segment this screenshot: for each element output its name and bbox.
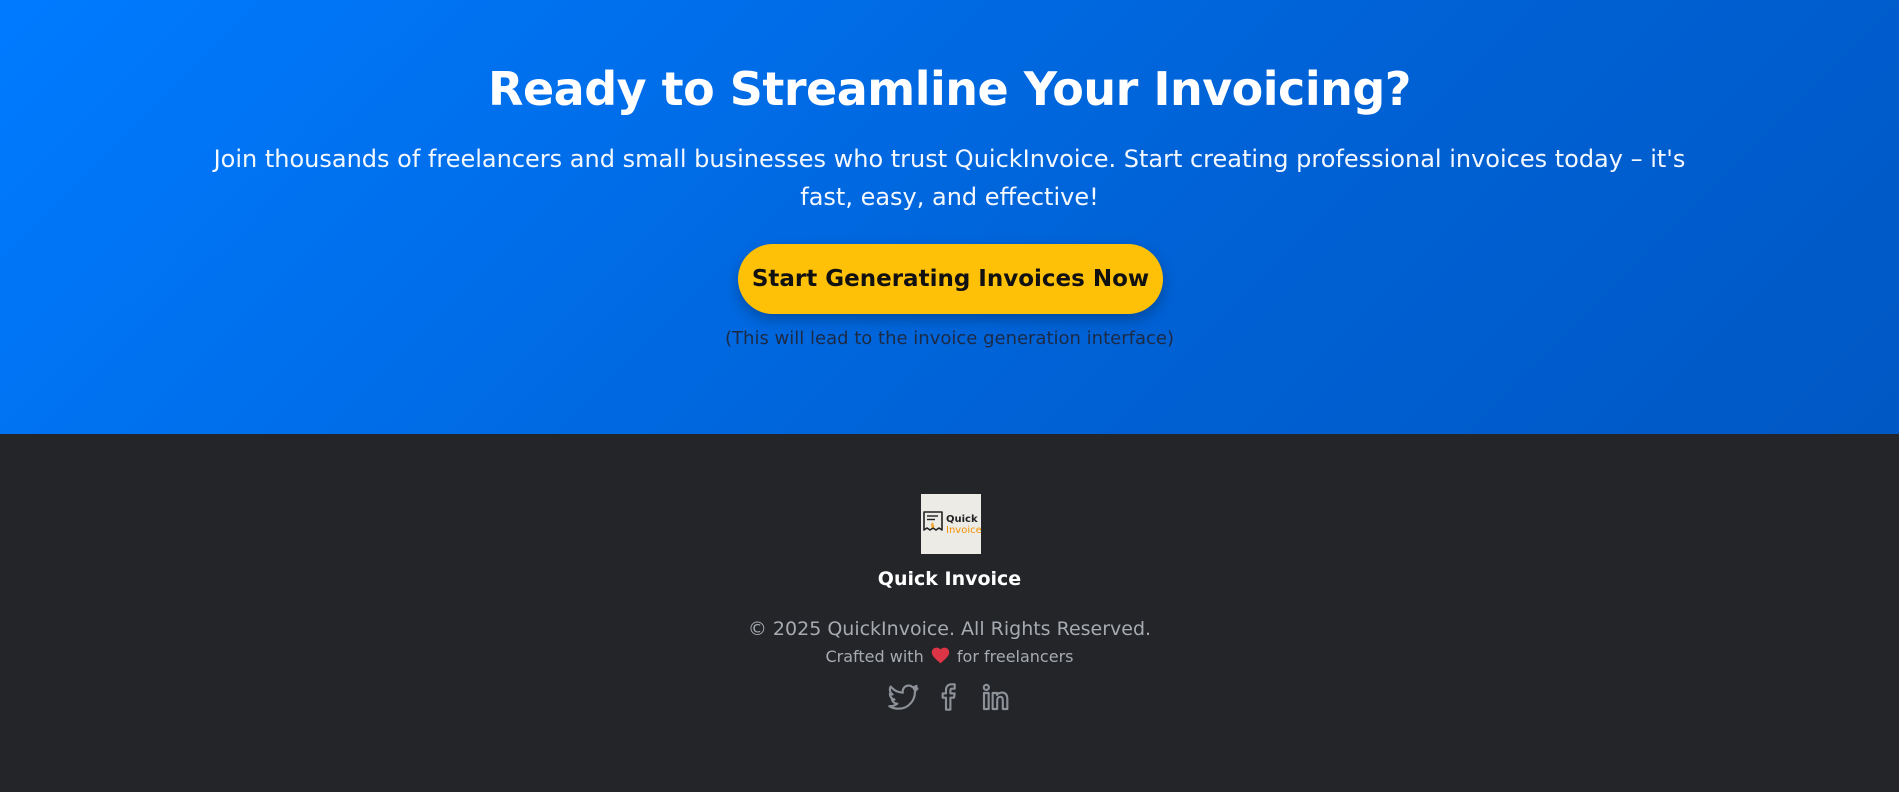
cta-section: Ready to Streamline Your Invoicing? Join… [0,0,1899,434]
linkedin-icon[interactable] [980,681,1012,713]
logo-text-quick: Quick [946,514,978,525]
heart-icon [931,647,950,670]
cta-title: Ready to Streamline Your Invoicing? [488,62,1411,116]
brand-name: Quick Invoice [877,568,1022,590]
copyright: © 2025 QuickInvoice. All Rights Reserved… [747,618,1152,640]
invoice-receipt-icon: $ [923,511,943,531]
footer: $ Quick Invoice Quick Invoice © 2025 Qui… [0,434,1899,792]
twitter-icon[interactable] [887,681,920,713]
facebook-icon[interactable] [934,681,966,713]
social-links [0,681,1899,713]
start-generating-button[interactable]: Start Generating Invoices Now [738,244,1163,314]
crafted-line: Crafted with for freelancers [0,646,1899,670]
svg-text:$: $ [931,523,935,530]
cta-description: Join thousands of freelancers and small … [213,145,1686,211]
cta-note: (This will lead to the invoice generatio… [725,328,1174,349]
logo: $ Quick Invoice [921,494,981,554]
crafted-suffix: for freelancers [956,647,1074,666]
crafted-prefix: Crafted with [825,647,924,666]
logo-text-invoice: Invoice [946,525,981,536]
